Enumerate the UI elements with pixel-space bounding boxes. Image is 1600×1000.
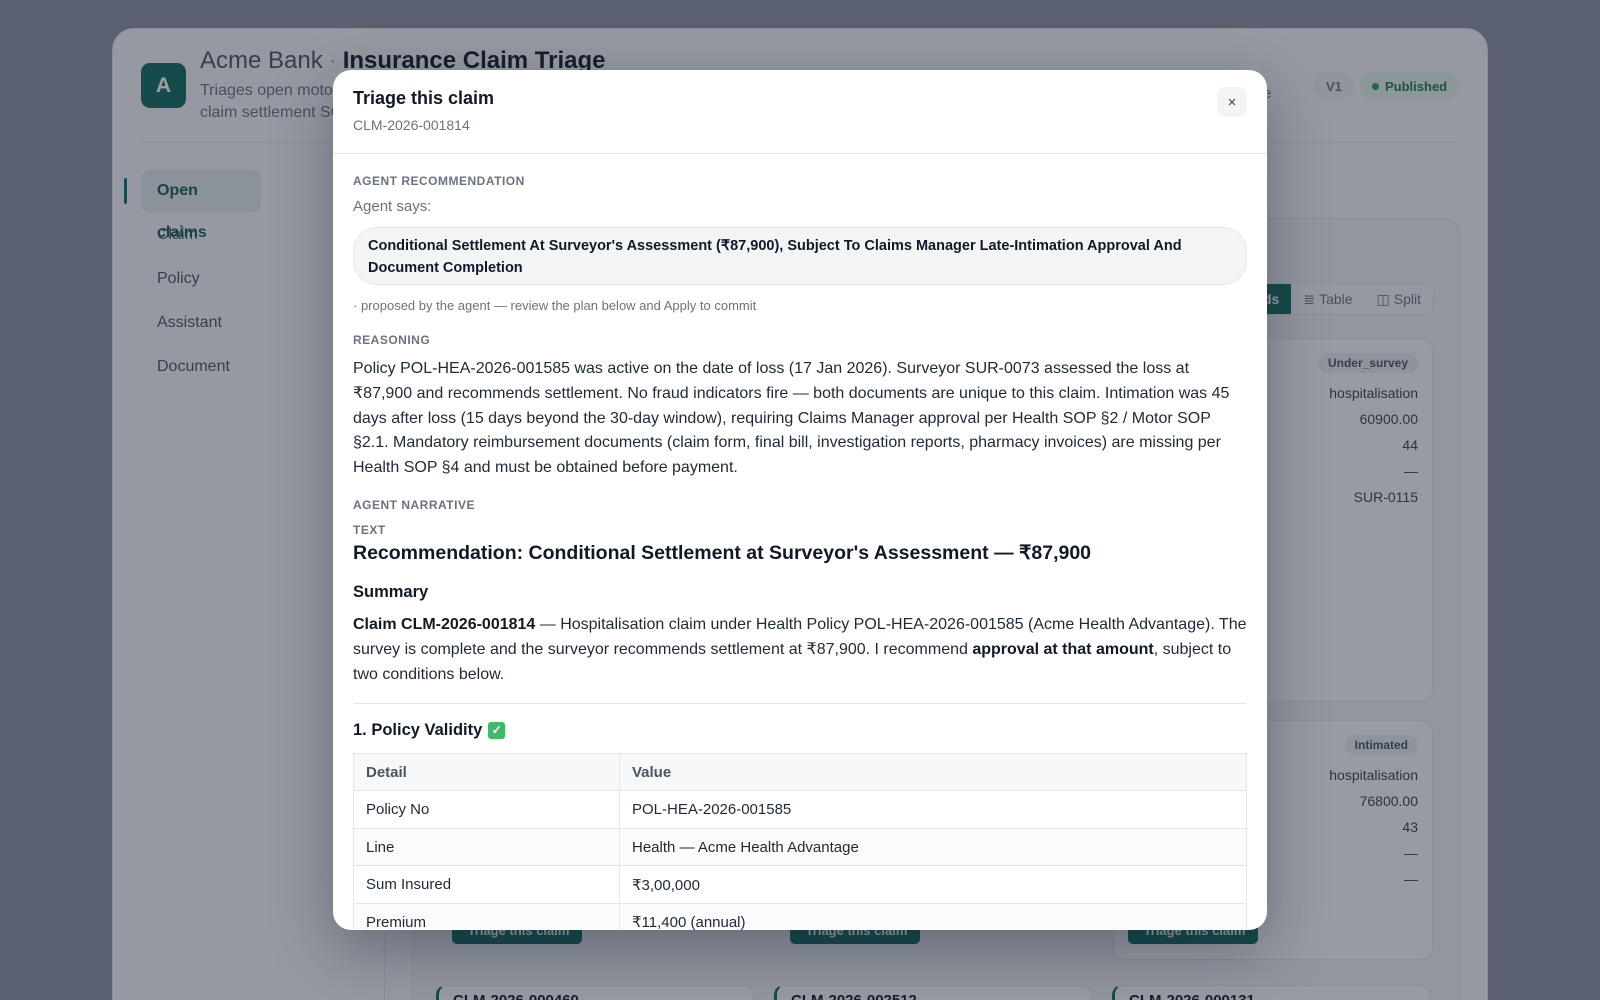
- proposed-note: · proposed by the agent — review the pla…: [353, 298, 757, 313]
- summary-claim-ref: Claim CLM-2026-001814: [353, 615, 536, 633]
- table-cell-detail: Policy No: [353, 790, 620, 829]
- recommendation-label: AGENT RECOMMENDATION: [353, 174, 525, 188]
- table-cell-value: ₹11,400 (annual): [619, 902, 1247, 930]
- table-row: Premium ₹11,400 (annual): [353, 902, 1247, 930]
- policy-detail-table: Detail Value Policy No POL-HEA-2026-0015…: [353, 752, 1247, 930]
- summary-emphasis: approval at that amount: [972, 640, 1154, 658]
- agent-says-label: Agent says:: [353, 198, 432, 215]
- recommendation-box: Conditional Settlement At Surveyor's Ass…: [353, 227, 1247, 285]
- column-header-detail: Detail: [353, 752, 620, 792]
- dialog-claim-id: CLM-2026-001814: [353, 117, 470, 133]
- dialog-header: Triage this claim CLM-2026-001814 ×: [333, 70, 1267, 154]
- table-cell-detail: Line: [353, 827, 620, 867]
- close-button[interactable]: ×: [1217, 87, 1247, 117]
- narrative-heading: Recommendation: Conditional Settlement a…: [353, 541, 1092, 564]
- table-cell-detail: Sum Insured: [353, 865, 620, 904]
- narrative-label: AGENT NARRATIVE: [353, 497, 475, 512]
- policy-validity-label: 1. Policy Validity: [353, 720, 483, 739]
- table-cell-value: ₹3,00,000: [619, 865, 1247, 904]
- policy-validity-heading: 1. Policy Validity ✓: [353, 721, 1247, 740]
- reasoning-label: REASONING: [353, 333, 431, 347]
- narrative-text-label: TEXT: [353, 522, 386, 537]
- table-row: Policy No POL-HEA-2026-001585: [353, 790, 1247, 829]
- table-header-row: Detail Value: [353, 752, 1247, 792]
- summary-heading: Summary: [353, 582, 429, 601]
- triage-dialog: Triage this claim CLM-2026-001814 × AGEN…: [333, 70, 1267, 930]
- table-cell-detail: Premium: [353, 902, 620, 930]
- narrative-divider: [353, 702, 1247, 704]
- dialog-body[interactable]: AGENT RECOMMENDATION Agent says: Conditi…: [333, 154, 1267, 930]
- table-cell-value: Health — Acme Health Advantage: [619, 827, 1247, 867]
- summary-text: Claim CLM-2026-001814 — Hospitalisation …: [353, 612, 1247, 687]
- table-row: Line Health — Acme Health Advantage: [353, 827, 1247, 867]
- reasoning-text: Policy POL-HEA-2026-001585 was active on…: [353, 360, 1230, 477]
- column-header-value: Value: [619, 752, 1247, 792]
- dialog-title: Triage this claim: [353, 88, 495, 108]
- check-icon: ✓: [488, 721, 506, 739]
- table-row: Sum Insured ₹3,00,000: [353, 865, 1247, 904]
- table-cell-value: POL-HEA-2026-001585: [619, 790, 1247, 829]
- close-icon: ×: [1227, 93, 1237, 111]
